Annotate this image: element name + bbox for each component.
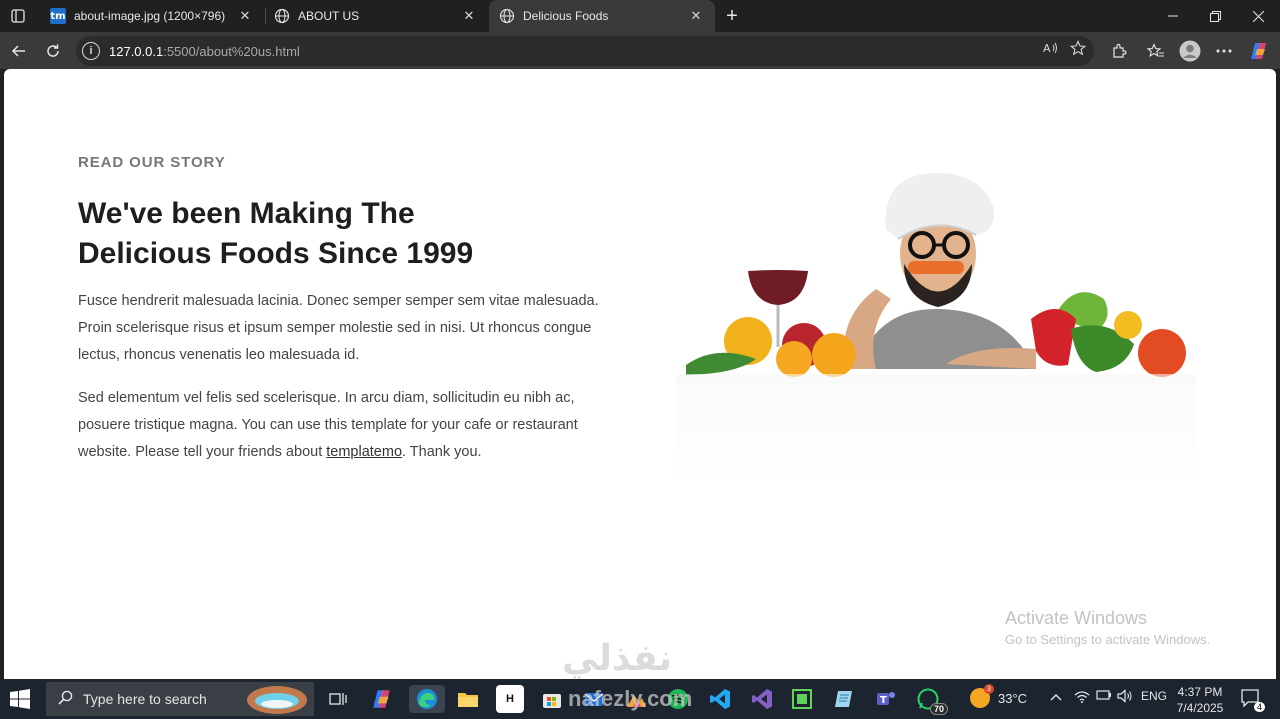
mail-icon[interactable]	[580, 685, 608, 713]
extensions-icon[interactable]	[1106, 38, 1132, 64]
speaker-icon[interactable]	[1117, 689, 1133, 706]
close-window-button[interactable]	[1237, 0, 1280, 32]
notification-count-badge: 4	[1253, 702, 1265, 712]
paragraph-text-end: . Thank you.	[402, 444, 482, 460]
close-icon[interactable]: ✕	[460, 7, 478, 25]
about-paragraph-2: Sed elementum vel felis sed scelerisque.…	[78, 385, 618, 466]
file-explorer-icon[interactable]	[454, 685, 482, 713]
teams-icon[interactable]: T	[872, 685, 900, 713]
globe-icon	[499, 8, 515, 24]
templatemo-link[interactable]: templatemo	[326, 444, 402, 460]
weather-widget[interactable]: 33°C	[970, 684, 1028, 708]
chevron-up-icon[interactable]	[1050, 689, 1062, 704]
whatsapp-icon[interactable]: 70	[914, 685, 948, 715]
copilot-taskbar-icon[interactable]	[368, 685, 396, 713]
activate-windows-notice: Activate Windows Go to Settings to activ…	[1005, 608, 1210, 647]
tab-actions-icon[interactable]	[0, 0, 36, 32]
weather-sun-icon	[970, 684, 994, 708]
favorites-icon[interactable]	[1143, 38, 1169, 64]
temperature: 33°C	[998, 690, 1028, 706]
new-tab-button[interactable]: +	[720, 4, 744, 28]
task-view-icon[interactable]	[324, 685, 352, 713]
chef-hero-image	[676, 172, 1196, 489]
vscode-icon[interactable]	[706, 685, 734, 713]
copilot-icon[interactable]	[1246, 38, 1272, 64]
search-highlight-image	[247, 686, 307, 714]
close-icon[interactable]: ✕	[236, 7, 254, 25]
back-button[interactable]	[6, 38, 32, 64]
notes-app-icon[interactable]	[830, 685, 858, 713]
store-icon[interactable]	[538, 685, 566, 713]
battery-icon[interactable]	[1096, 689, 1112, 704]
terminal-app-icon[interactable]	[788, 685, 816, 713]
url-text[interactable]: 127.0.0.1:5500/about%20us.html	[109, 44, 300, 59]
whatsapp-unread-badge: 70	[929, 703, 948, 715]
section-eyebrow: READ OUR STORY	[78, 154, 226, 171]
edge-browser-icon[interactable]	[409, 685, 445, 713]
tab-delicious-foods[interactable]: Delicious Foods ✕	[489, 0, 715, 32]
page-viewport: READ OUR STORY We've been Making The Del…	[4, 69, 1276, 679]
globe-icon	[274, 8, 290, 24]
profile-avatar[interactable]	[1177, 38, 1203, 64]
spotify-icon[interactable]	[664, 685, 692, 713]
refresh-button[interactable]	[40, 38, 66, 64]
tab-title: about-image.jpg (1200×796)	[74, 9, 226, 23]
favorite-star-icon[interactable]	[1069, 40, 1087, 59]
taskbar-search[interactable]: Type here to search	[46, 682, 314, 716]
read-aloud-icon[interactable]: A	[1042, 40, 1058, 59]
tab-about-us[interactable]: ABOUT US ✕	[264, 0, 488, 32]
svg-text:A: A	[1043, 42, 1051, 55]
activate-title: Activate Windows	[1005, 608, 1148, 628]
tab-title: ABOUT US	[298, 9, 360, 23]
url-host: 127.0.0.1	[109, 43, 164, 59]
windows-taskbar: Type here to search H T 70 3 33°C ENG 4:…	[0, 679, 1280, 719]
close-icon[interactable]: ✕	[687, 7, 705, 25]
tab-strip: tm about-image.jpg (1200×796) ✕ ABOUT US…	[0, 0, 1280, 32]
notification-center-icon[interactable]: 4	[1240, 689, 1265, 712]
notepad-app-icon[interactable]: H	[496, 685, 524, 713]
wifi-icon[interactable]	[1074, 689, 1090, 706]
svg-text:T: T	[880, 695, 887, 706]
activate-subtitle: Go to Settings to activate Windows.	[1005, 632, 1211, 647]
info-icon[interactable]: i	[82, 42, 100, 60]
restore-button[interactable]	[1194, 0, 1237, 32]
url-path: :5500/about%20us.html	[163, 43, 300, 59]
windows-start-icon[interactable]	[10, 689, 32, 709]
search-placeholder: Type here to search	[83, 691, 207, 707]
photos-icon[interactable]	[622, 685, 650, 713]
search-icon	[58, 690, 73, 709]
clock-time: 4:37 PM	[1177, 685, 1223, 699]
page-headline: We've been Making The Delicious Foods Si…	[78, 197, 474, 270]
about-paragraph-1: Fusce hendrerit malesuada lacinia. Donec…	[78, 293, 599, 363]
templatemo-favicon: tm	[50, 8, 66, 24]
minimize-button[interactable]	[1151, 0, 1194, 32]
address-bar[interactable]: i 127.0.0.1:5500/about%20us.html A	[76, 36, 1094, 66]
visual-studio-icon[interactable]	[748, 685, 776, 713]
clock-date: 7/4/2025	[1176, 701, 1224, 715]
more-menu-icon[interactable]	[1211, 38, 1237, 64]
system-clock[interactable]: 4:37 PM 7/4/2025	[1170, 684, 1230, 716]
tab-title: Delicious Foods	[523, 9, 609, 23]
browser-toolbar: i 127.0.0.1:5500/about%20us.html A	[0, 32, 1280, 69]
tab-about-image[interactable]: tm about-image.jpg (1200×796) ✕	[40, 0, 264, 32]
language-indicator[interactable]: ENG	[1141, 689, 1167, 703]
